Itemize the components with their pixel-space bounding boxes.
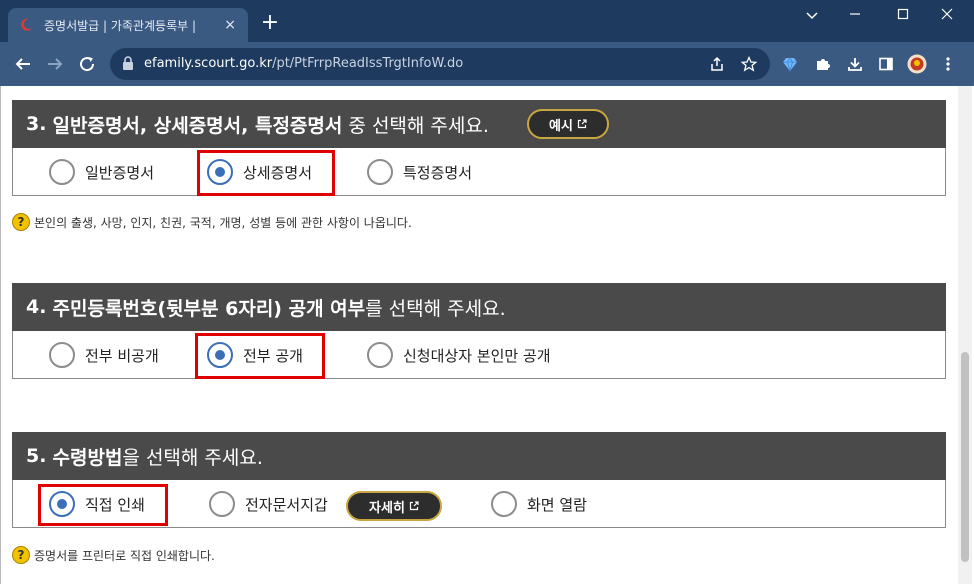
section-5-number: 5. (26, 445, 47, 467)
profile-avatar-icon[interactable] (907, 54, 927, 74)
section-4-title-rest: 를 선택해 주세요. (365, 297, 506, 320)
gem-extension-icon[interactable] (780, 54, 800, 74)
browser-toolbar: efamily.scourt.go.kr/pt/PtFrrpReadIssTrg… (0, 42, 974, 86)
tab-close-icon[interactable]: × (222, 17, 238, 33)
section-5-title-rest: 을 선택해 주세요. (122, 446, 263, 469)
radio-general-certificate[interactable]: 일반증명서 (49, 148, 154, 196)
radio-circle[interactable] (367, 159, 393, 185)
extensions-puzzle-icon[interactable] (813, 54, 833, 74)
radio-specific-certificate[interactable]: 특정증명서 (367, 148, 472, 196)
section-3-help: ? 본인의 출생, 사망, 인지, 친권, 국적, 개명, 성별 등에 관한 사… (12, 213, 412, 231)
share-icon[interactable] (708, 55, 726, 73)
forward-arrow-icon[interactable] (44, 53, 66, 75)
example-button[interactable]: 예시 (527, 109, 609, 139)
side-panel-icon[interactable] (876, 54, 896, 74)
external-link-icon (577, 119, 587, 129)
section-4-title: 주민등록번호(뒷부분 6자리) 공개 여부 (52, 297, 366, 320)
browser-menu-icon[interactable] (938, 54, 958, 74)
section-5-title: 수령방법 (52, 446, 123, 469)
radio-applicant-only-public[interactable]: 신청대상자 본인만 공개 (367, 331, 551, 379)
section-5-header: 5. 수령방법 을 선택해 주세요. (12, 432, 946, 480)
new-tab-button[interactable]: + (258, 12, 282, 34)
minimize-icon[interactable] (840, 6, 870, 26)
section-3-title-rest: 중 선택해 주세요. (348, 114, 489, 137)
tab-search-icon[interactable] (797, 6, 827, 26)
download-icon[interactable] (845, 54, 865, 74)
radio-circle[interactable] (209, 491, 235, 517)
back-arrow-icon[interactable] (12, 53, 34, 75)
radio-circle[interactable] (491, 491, 517, 517)
section-3-options: 일반증명서 상세증명서 특정증명서 (12, 148, 946, 196)
help-question-icon: ? (12, 546, 30, 564)
radio-circle[interactable] (367, 342, 393, 368)
radio-screen-view[interactable]: 화면 열람 (491, 480, 587, 528)
tab-title: 증명서발급 | 가족관계등록부 | (44, 18, 197, 33)
section-4-header: 4. 주민등록번호(뒷부분 6자리) 공개 여부 를 선택해 주세요. (12, 283, 946, 331)
address-bar[interactable]: efamily.scourt.go.kr/pt/PtFrrpReadIssTrg… (110, 48, 770, 80)
section-3-number: 3. (26, 113, 47, 135)
browser-title-bar: 증명서발급 | 가족관계등록부 | × + (0, 0, 974, 42)
details-button[interactable]: 자세히 (346, 491, 442, 521)
radio-e-document-wallet[interactable]: 전자문서지갑 (209, 480, 328, 528)
close-window-icon[interactable] (932, 6, 962, 26)
help-question-icon: ? (12, 213, 30, 231)
radio-circle[interactable] (49, 159, 75, 185)
maximize-icon[interactable] (888, 6, 918, 26)
external-link-icon (409, 501, 419, 511)
selection-highlight-box (195, 333, 325, 379)
section-4-options: 전부 비공개 전부 공개 신청대상자 본인만 공개 (12, 331, 946, 379)
reload-icon[interactable] (76, 53, 98, 75)
section-3-title: 일반증명서, 상세증명서, 특정증명서 (52, 114, 343, 137)
selection-highlight-box (38, 484, 168, 526)
section-3-header: 3. 일반증명서, 상세증명서, 특정증명서 중 선택해 주세요. (12, 100, 946, 148)
radio-circle[interactable] (49, 342, 75, 368)
url-text[interactable]: efamily.scourt.go.kr/pt/PtFrrpReadIssTrg… (144, 56, 463, 71)
site-favicon-icon (18, 17, 34, 33)
page-viewport: 3. 일반증명서, 상세증명서, 특정증명서 중 선택해 주세요. 예시 일반증… (0, 86, 974, 584)
browser-tab[interactable]: 증명서발급 | 가족관계등록부 | × (8, 8, 248, 42)
radio-all-private[interactable]: 전부 비공개 (49, 331, 159, 379)
bookmark-star-icon[interactable] (740, 55, 758, 73)
section-5-help: ? 증명서를 프린터로 직접 인쇄합니다. (12, 546, 215, 564)
page-scrollbar[interactable] (958, 86, 972, 584)
section-4-number: 4. (26, 296, 47, 318)
selection-highlight-box (197, 150, 335, 196)
scrollbar-thumb[interactable] (961, 352, 969, 562)
lock-icon[interactable] (122, 56, 134, 75)
